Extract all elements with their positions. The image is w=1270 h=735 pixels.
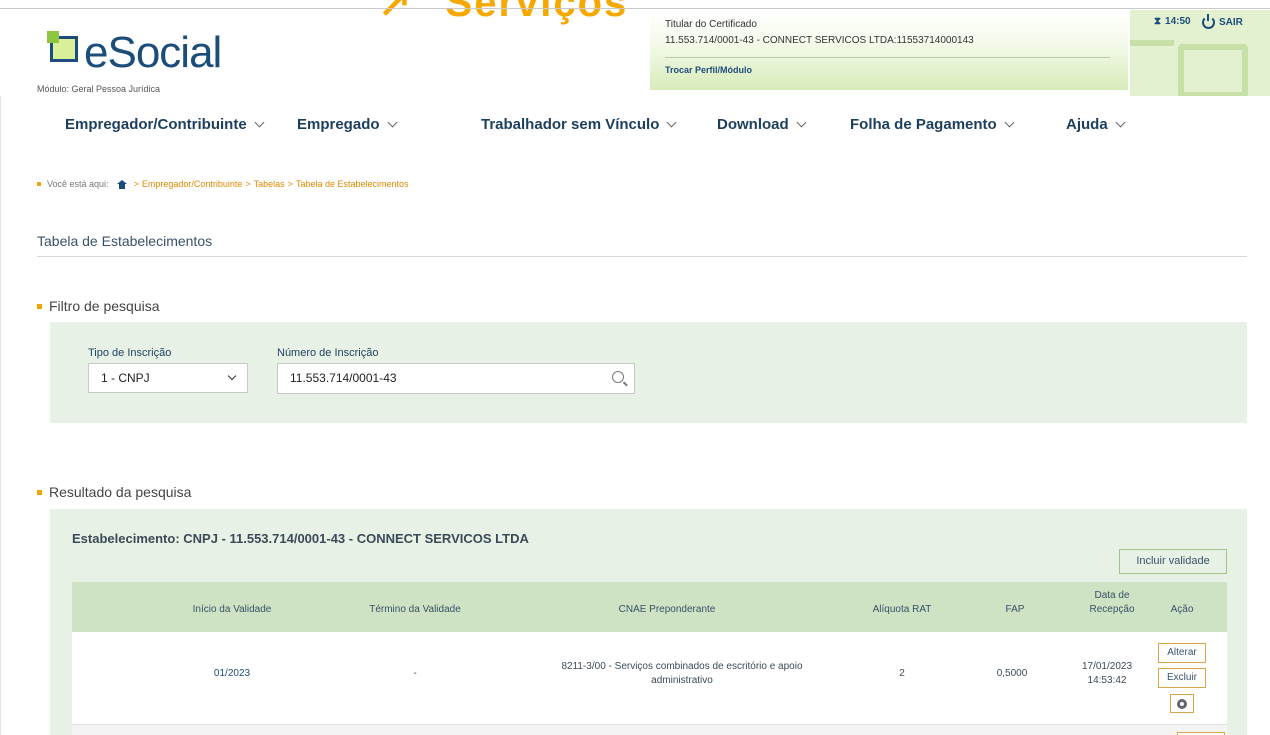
col-termino: Término da Validade — [369, 604, 461, 615]
filter-panel: Tipo de Inscrição 1 - CNPJ Número de Ins… — [50, 322, 1247, 423]
tipo-inscricao-select[interactable]: 1 - CNPJ — [88, 363, 248, 393]
cell-data-line1: 17/01/2023 — [1081, 661, 1133, 672]
nav-folha[interactable]: Folha de Pagamento — [850, 116, 1015, 133]
overlay-banner: ↗ Serviços — [378, 0, 628, 26]
chevron-down-icon — [666, 117, 677, 128]
bullet-icon — [37, 303, 42, 309]
chevron-down-icon — [1115, 117, 1126, 128]
session-panel: ⧗ 14:50 SAIR — [1130, 10, 1270, 96]
establishment-title: Estabelecimento: CNPJ - 11.553.714/0001-… — [72, 531, 529, 546]
logo-mark-icon — [47, 31, 78, 62]
title-divider — [37, 256, 1247, 257]
switch-profile-link[interactable]: Trocar Perfil/Módulo — [665, 65, 752, 75]
nav-empregado[interactable]: Empregado — [297, 116, 397, 133]
view-details-icon — [1177, 699, 1187, 709]
certificate-holder: 11.553.714/0001-43 - CONNECT SERVICOS LT… — [665, 35, 974, 46]
nav-trabalhador[interactable]: Trabalhador sem Vínculo — [481, 116, 677, 133]
table-row — [72, 724, 1227, 735]
header-top-rule — [0, 8, 1270, 9]
chevron-down-icon — [796, 117, 807, 128]
numero-value: 11.553.714/0001-43 — [290, 371, 397, 385]
alterar-button[interactable]: Alterar — [1158, 643, 1206, 663]
numero-inscricao-input[interactable]: 11.553.714/0001-43 — [277, 363, 635, 394]
cell-aliquota: 2 — [899, 668, 905, 679]
col-fap: FAP — [1005, 604, 1025, 615]
table-header: Início da Validade Término da Validade C… — [72, 582, 1227, 632]
cell-inicio: 01/2023 — [213, 668, 251, 679]
logo-text: eSocial — [84, 28, 222, 77]
nav-label: Folha de Pagamento — [850, 116, 997, 133]
certificate-panel: Titular do Certificado 11.553.714/0001-4… — [650, 10, 1128, 90]
results-heading: Resultado da pesquisa — [37, 484, 191, 500]
cell-cnae-line1: 8211-3/00 - Serviços combinados de escri… — [561, 661, 803, 672]
nav-label: Empregado — [297, 116, 380, 133]
chevron-down-icon — [387, 117, 397, 128]
col-data-line2: Recepção — [1089, 604, 1135, 615]
decorative-bar — [1130, 40, 1174, 46]
cell-cnae: 8211-3/00 - Serviços combinados de escri… — [532, 661, 832, 686]
main-nav: Empregador/Contribuinte Empregado Trabal… — [0, 104, 1270, 144]
cell-cnae-line2: administrativo — [651, 675, 713, 686]
breadcrumb-tabelas[interactable]: Tabelas — [254, 179, 285, 189]
nav-empregador[interactable]: Empregador/Contribuinte — [65, 116, 265, 133]
breadcrumb: Você está aqui: > Empregador/Contribuint… — [37, 179, 409, 189]
nav-label: Trabalhador sem Vínculo — [481, 116, 660, 133]
chevron-down-icon — [254, 117, 265, 128]
tipo-label: Tipo de Inscrição — [88, 347, 172, 359]
nav-label: Empregador/Contribuinte — [65, 116, 247, 133]
home-icon[interactable] — [116, 179, 127, 189]
details-button[interactable] — [1170, 694, 1194, 713]
results-panel: Estabelecimento: CNPJ - 11.553.714/0001-… — [50, 509, 1247, 735]
breadcrumb-current: Tabela de Estabelecimentos — [295, 179, 409, 189]
power-icon — [1202, 14, 1215, 29]
cell-data-line2: 14:53:42 — [1087, 675, 1127, 686]
bullet-icon — [37, 182, 41, 186]
site-header: ↗ Serviços eSocial Módulo: Geral Pessoa J… — [0, 0, 1270, 96]
cell-fap: 0,5000 — [996, 668, 1028, 679]
chevron-down-icon — [227, 371, 237, 381]
hourglass-icon: ⧗ — [1154, 16, 1162, 27]
certificate-title: Titular do Certificado — [665, 19, 757, 30]
breadcrumb-empregador[interactable]: Empregador/Contribuinte — [142, 179, 243, 189]
logout-button[interactable]: SAIR — [1202, 14, 1243, 29]
col-data-recepcao: Data de Recepção — [1072, 590, 1152, 615]
nav-label: Download — [717, 116, 789, 133]
cell-data-recepcao: 17/01/2023 14:53:42 — [1067, 661, 1147, 686]
cell-termino: - — [413, 668, 417, 679]
filter-heading-label: Filtro de pesquisa — [49, 298, 160, 314]
nav-download[interactable]: Download — [717, 116, 807, 133]
module-label: Módulo: Geral Pessoa Jurídica — [37, 84, 161, 94]
col-inicio: Início da Validade — [192, 604, 272, 615]
nav-label: Ajuda — [1066, 116, 1108, 133]
bullet-icon — [37, 489, 42, 495]
excluir-button[interactable]: Excluir — [1158, 668, 1206, 688]
tipo-value: 1 - CNPJ — [101, 371, 150, 385]
col-acao: Ação — [1170, 604, 1194, 615]
logout-label: SAIR — [1219, 17, 1243, 28]
arrow-icon: ↗ — [378, 0, 414, 25]
search-icon[interactable] — [612, 371, 624, 383]
table-row: 01/2023 - 8211-3/00 - Serviços combinado… — [72, 632, 1227, 724]
col-data-line1: Data de — [1094, 590, 1130, 601]
filter-heading: Filtro de pesquisa — [37, 298, 160, 314]
page-title: Tabela de Estabelecimentos — [37, 233, 213, 249]
results-heading-label: Resultado da pesquisa — [49, 484, 192, 500]
session-timer: ⧗ 14:50 — [1154, 16, 1191, 27]
overlay-banner-text: Serviços — [445, 0, 629, 25]
breadcrumb-separator: > — [287, 179, 293, 189]
decorative-shape — [1178, 44, 1248, 96]
breadcrumb-separator: > — [245, 179, 251, 189]
chevron-down-icon — [1004, 117, 1015, 128]
numero-label: Número de Inscrição — [277, 347, 379, 359]
certificate-divider — [665, 57, 1110, 58]
breadcrumb-separator: > — [133, 179, 139, 189]
incluir-validade-button[interactable]: Incluir validade — [1119, 549, 1227, 574]
col-cnae: CNAE Preponderante — [618, 604, 716, 615]
session-time: 14:50 — [1165, 16, 1191, 27]
nav-ajuda[interactable]: Ajuda — [1066, 116, 1126, 133]
breadcrumb-prefix: Você está aqui: — [47, 179, 109, 189]
col-aliquota: Alíquota RAT — [872, 604, 932, 615]
